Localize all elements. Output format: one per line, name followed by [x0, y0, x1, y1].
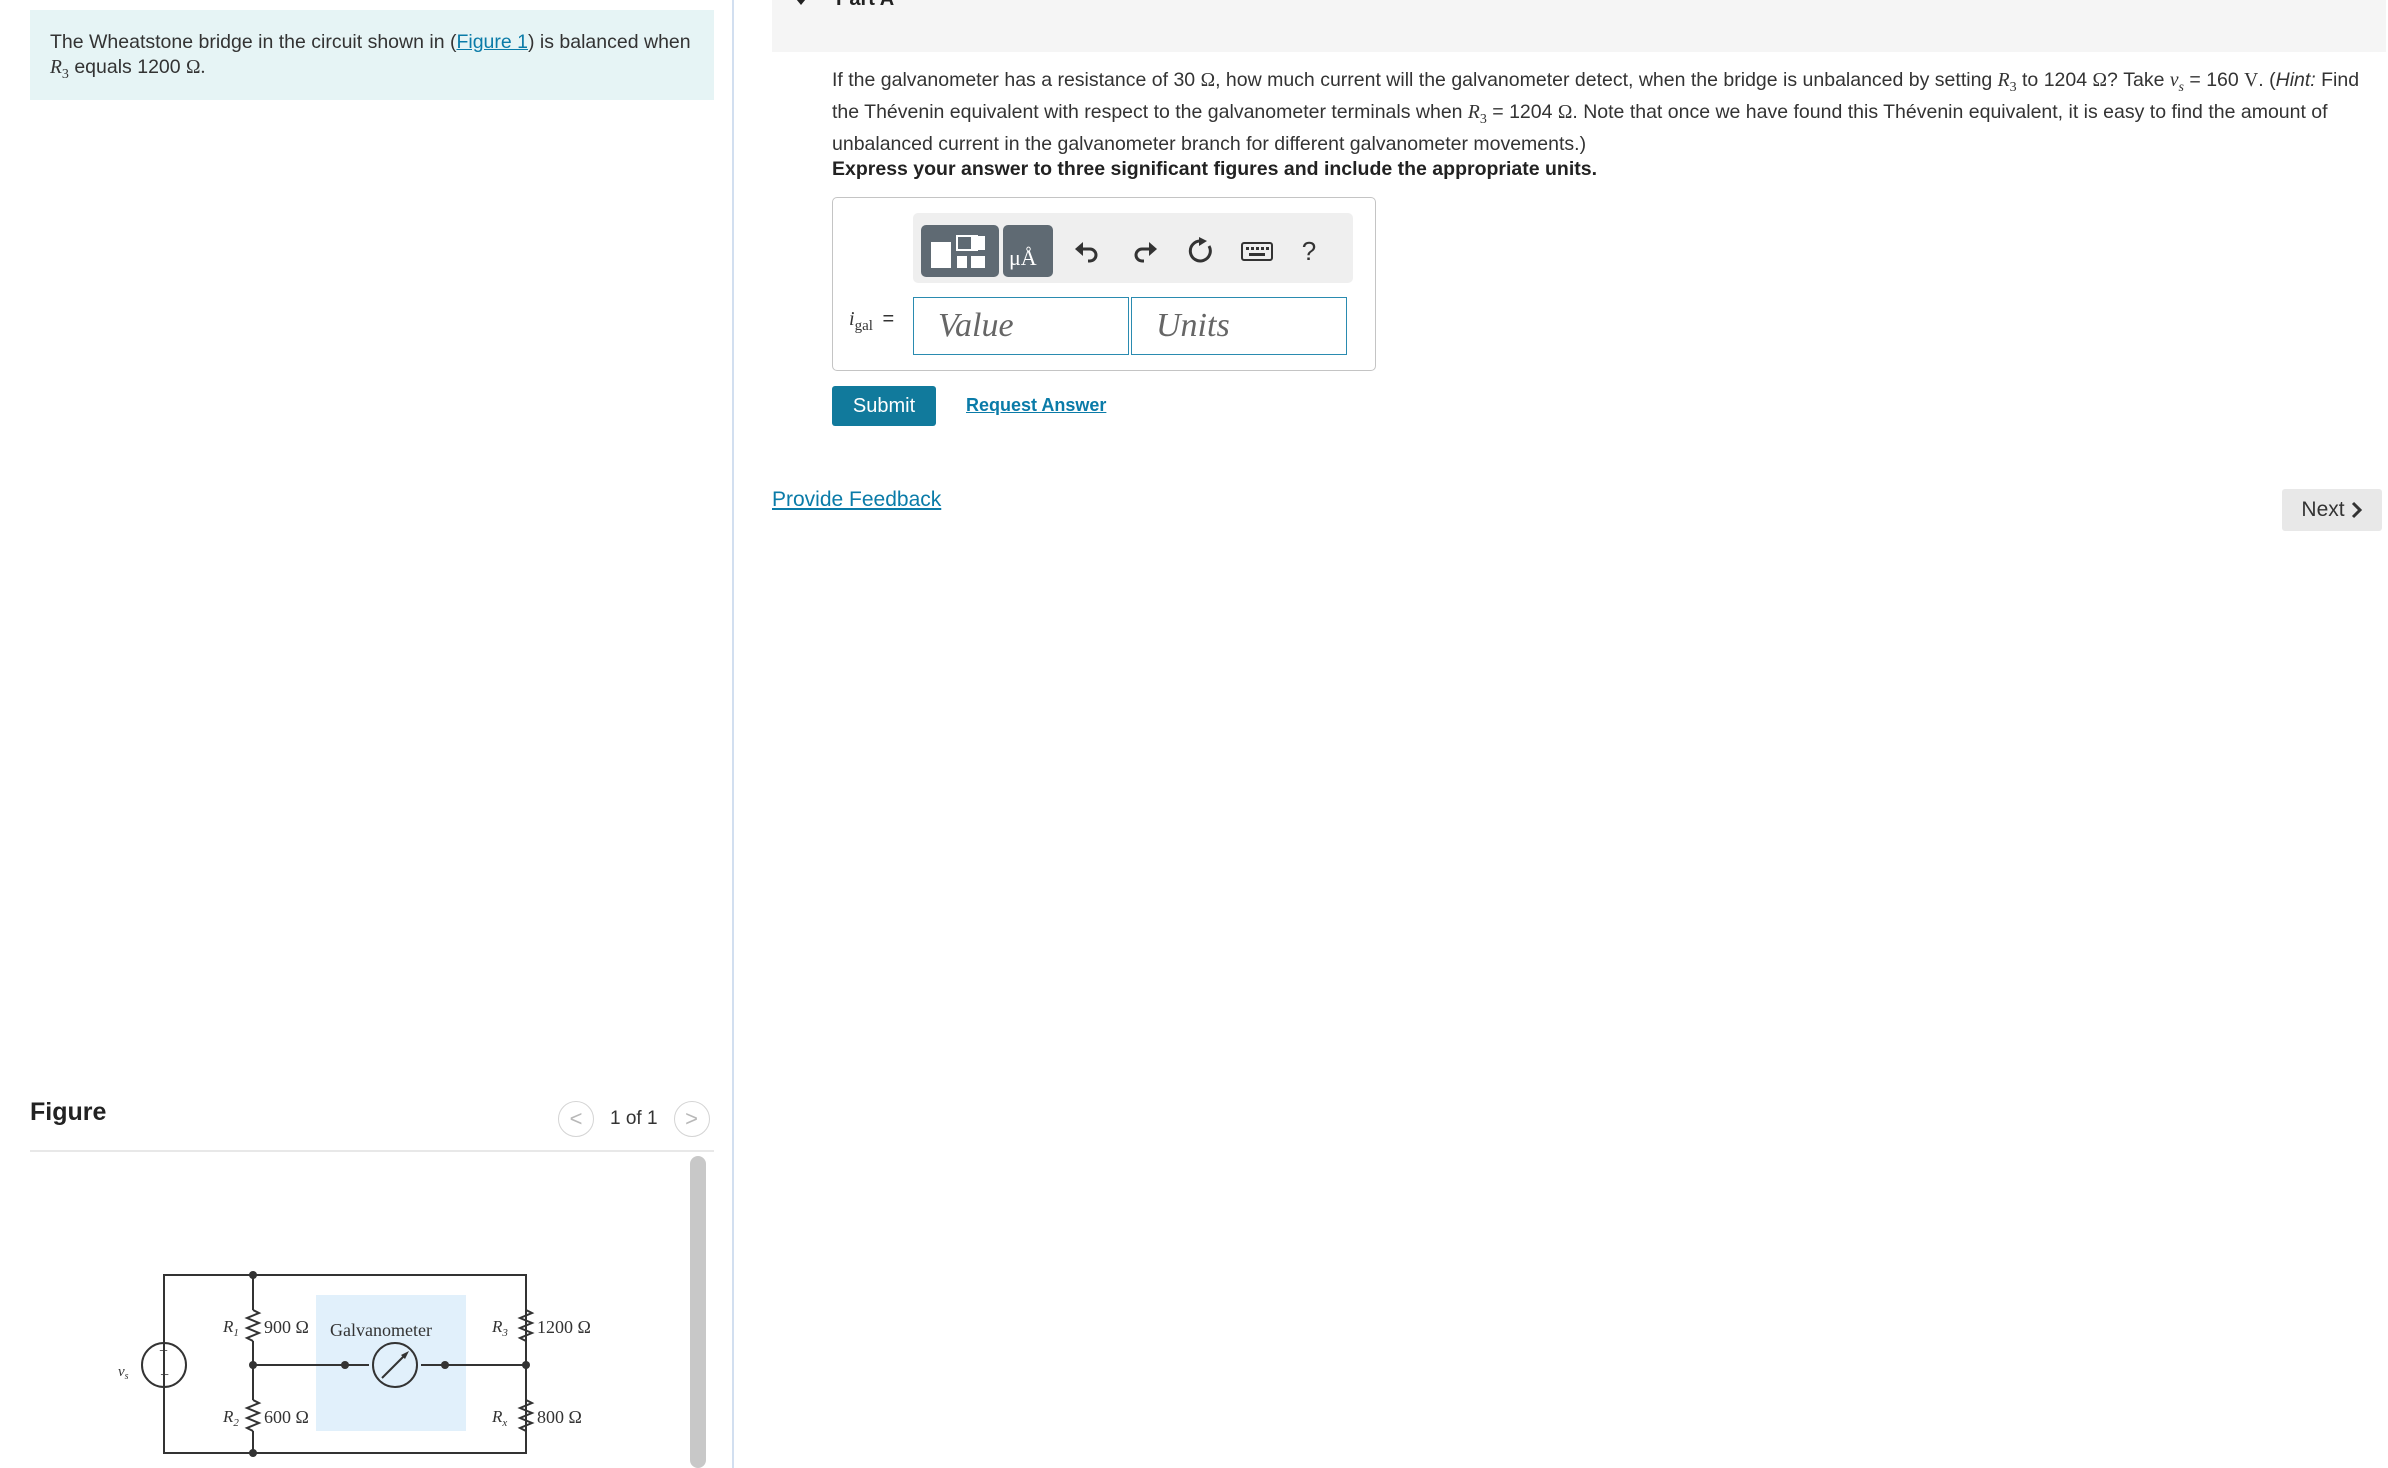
r3-label: R3: [491, 1317, 508, 1339]
r3-symbol: R: [1467, 101, 1480, 123]
problem-panel: The Wheatstone bridge in the circuit sho…: [0, 0, 732, 1468]
rx-value: 800 Ω: [537, 1407, 582, 1427]
undo-icon[interactable]: [1067, 231, 1107, 271]
figure-counter: 1 of 1: [610, 1108, 658, 1129]
figure-pagination: < 1 of 1 >: [558, 1101, 710, 1137]
chevron-right-icon: >: [685, 1106, 698, 1131]
equals-sign: =: [882, 308, 895, 330]
help-icon[interactable]: ?: [1289, 231, 1329, 271]
question-segment: = 160: [2183, 69, 2245, 91]
keyboard-icon[interactable]: [1237, 231, 1277, 271]
r3-subscript: 3: [1479, 111, 1487, 127]
plus-sign: +: [159, 1343, 168, 1360]
question-segment: , how much current will the galvanometer…: [1215, 69, 1998, 91]
r3-subscript: 3: [61, 66, 69, 82]
question-segment: to 1204: [2016, 69, 2093, 91]
part-header[interactable]: [772, 0, 2386, 52]
templates-button[interactable]: [921, 225, 999, 277]
r3-subscript: 3: [2009, 79, 2017, 95]
r3-value: 1200 Ω: [537, 1317, 591, 1337]
chevron-right-icon: [2351, 501, 2362, 519]
provide-feedback-link[interactable]: Provide Feedback: [772, 488, 941, 512]
figure-next-button[interactable]: >: [673, 1101, 710, 1137]
r2-label: R2: [222, 1407, 239, 1429]
question-segment: ? Take: [2107, 69, 2170, 91]
units-button[interactable]: μÅ: [1003, 225, 1053, 277]
r1-label: R1: [222, 1317, 239, 1339]
source-label: vs: [118, 1364, 129, 1382]
question-segment: . (: [2258, 69, 2276, 91]
answer-instructions: Express your answer to three significant…: [832, 158, 1597, 180]
question-text: If the galvanometer has a resistance of …: [832, 68, 2377, 157]
r1-value: 900 Ω: [264, 1317, 309, 1337]
ohm-symbol: Ω: [1557, 101, 1573, 123]
answer-box: μÅ ? igal =: [832, 197, 1376, 371]
rx-label: Rx: [491, 1407, 507, 1429]
problem-intro: The Wheatstone bridge in the circuit sho…: [30, 10, 714, 100]
intro-text-3: equals 1200: [68, 56, 187, 78]
math-toolbar: μÅ ?: [913, 213, 1353, 283]
circuit-figure: + − vs R1 900 Ω R2 600 Ω R3 1200 Ω Rx 80…: [30, 1152, 685, 1468]
value-input[interactable]: [913, 297, 1129, 355]
part-title: Part A: [836, 0, 894, 11]
question-segment: = 1204: [1486, 100, 1558, 123]
reset-icon[interactable]: [1181, 231, 1221, 271]
galvanometer-label: Galvanometer: [330, 1320, 432, 1340]
minus-sign: −: [160, 1367, 169, 1384]
vs-symbol: v: [2169, 70, 2179, 91]
r3-symbol: R: [1997, 70, 2010, 91]
submit-button[interactable]: Submit: [832, 386, 936, 426]
r2-value: 600 Ω: [264, 1407, 309, 1427]
figure-heading: Figure: [30, 1098, 107, 1126]
units-icon: μÅ: [1009, 245, 1037, 270]
hint-label: Hint:: [2275, 69, 2316, 91]
ohm-unit: Ω.: [186, 57, 206, 78]
ohm-symbol: Ω: [1200, 70, 1216, 91]
next-label: Next: [2301, 498, 2345, 521]
variable-subscript: gal: [854, 318, 873, 334]
figure-prev-button[interactable]: <: [558, 1101, 594, 1137]
column-divider: [732, 0, 734, 1468]
circuit-diagram: + − vs R1 900 Ω R2 600 Ω R3 1200 Ω Rx 80…: [118, 1271, 591, 1457]
ohm-symbol: Ω: [2092, 70, 2108, 91]
templates-icon: [931, 235, 985, 268]
figure-scrollbar[interactable]: [690, 1156, 706, 1468]
r3-symbol: R: [50, 57, 62, 78]
volt-symbol: V: [2244, 70, 2259, 91]
answer-variable: igal =: [849, 308, 894, 335]
chevron-left-icon: <: [569, 1106, 583, 1131]
caret-down-icon[interactable]: [792, 0, 810, 5]
request-answer-link[interactable]: Request Answer: [966, 395, 1106, 416]
next-button[interactable]: Next: [2282, 489, 2382, 531]
units-input[interactable]: [1131, 297, 1347, 355]
question-segment: If the galvanometer has a resistance of …: [832, 69, 1201, 91]
intro-text-2: ) is balanced when: [528, 31, 691, 53]
redo-icon[interactable]: [1125, 231, 1165, 271]
intro-text: The Wheatstone bridge in the circuit sho…: [50, 31, 457, 53]
figure-link[interactable]: Figure 1: [456, 31, 528, 53]
